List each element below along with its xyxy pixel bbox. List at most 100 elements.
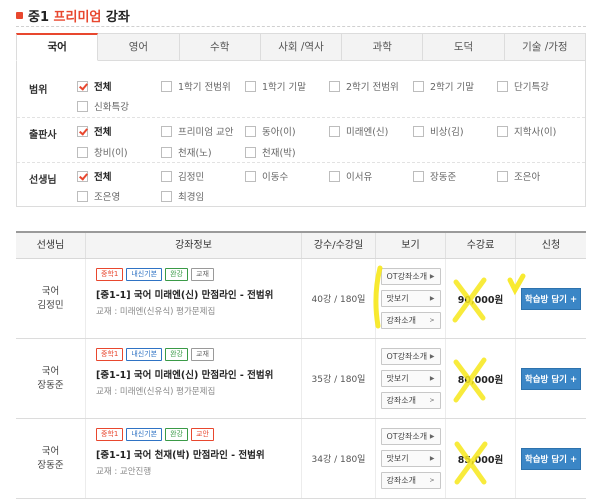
checkbox[interactable]	[245, 146, 256, 158]
checkbox[interactable]	[77, 190, 88, 202]
teacher-option-cho-ea[interactable]: 조은아	[497, 169, 540, 183]
checkbox[interactable]	[161, 146, 172, 158]
price-cell: 85,000원	[446, 419, 516, 498]
checkbox[interactable]	[77, 170, 88, 182]
add-to-study-room-button[interactable]: 학습방 담기 +	[521, 447, 581, 470]
teacher-option-jang[interactable]: 장동준	[413, 169, 456, 183]
checkbox[interactable]	[497, 125, 508, 137]
course-book: 교재 : 미래엔(신유식) 평가문제집	[96, 307, 216, 317]
badge-complete: 완강	[165, 428, 188, 441]
checkbox[interactable]	[161, 190, 172, 202]
table-row: 국어 장동준 중학1 내신기본 완강 교안 [중1-1] 국어 천재(박) 만점…	[16, 419, 586, 499]
teacher-option-kim[interactable]: 김정민	[161, 169, 204, 183]
publisher-option-chunjae-park[interactable]: 천재(박)	[245, 145, 296, 159]
preview-button[interactable]: 맛보기 ▶	[380, 290, 441, 307]
publisher-option-premium[interactable]: 프리미엄 교안	[161, 124, 233, 138]
badge-grade: 중학1	[96, 268, 124, 281]
publisher-option-chunjae-no[interactable]: 천재(노)	[161, 145, 212, 159]
scope-option-sem1-full[interactable]: 1학기 전범위	[161, 79, 231, 93]
teacher-option-choi[interactable]: 최경임	[161, 189, 204, 203]
publisher-option-all[interactable]: 전체	[77, 124, 111, 138]
col-teacher: 선생님	[16, 233, 86, 258]
teacher-cell: 국어 장동준	[16, 339, 86, 418]
course-info-cell: 중학1 내신기본 완강 교안 [중1-1] 국어 천재(박) 만점라인 - 전범…	[86, 419, 302, 498]
checkbox[interactable]	[161, 80, 172, 92]
tab-tech-home[interactable]: 기술 /가정	[504, 33, 586, 61]
apply-cell: 학습방 담기 +	[516, 339, 586, 418]
tab-science[interactable]: 과학	[342, 33, 424, 61]
course-title[interactable]: [중1-1] 국어 미래엔(신) 만점라인 - 전범위	[96, 367, 301, 381]
course-intro-button[interactable]: 강좌소개 >	[380, 392, 441, 409]
publisher-option-jihak[interactable]: 지학사(이)	[497, 124, 556, 138]
checkbox[interactable]	[413, 80, 424, 92]
publisher-option-miraen[interactable]: 미래엔(신)	[329, 124, 388, 138]
checkbox[interactable]	[329, 125, 340, 137]
checkbox[interactable]	[77, 100, 88, 112]
publisher-option-changbi[interactable]: 창비(이)	[77, 145, 128, 159]
scope-option-sem2-full[interactable]: 2학기 전범위	[329, 79, 399, 93]
scope-option-special[interactable]: 신화특강	[77, 99, 129, 113]
teacher-option-cho-ey[interactable]: 조은영	[77, 189, 120, 203]
ot-intro-button[interactable]: OT강좌소개 ▶	[380, 268, 441, 285]
publisher-option-visang[interactable]: 비상(김)	[413, 124, 464, 138]
preview-button[interactable]: 맛보기 ▶	[380, 450, 441, 467]
col-lectures: 강수/수강일	[302, 233, 376, 258]
checkbox[interactable]	[497, 170, 508, 182]
tab-ethics[interactable]: 도덕	[423, 33, 505, 61]
badge-complete: 완강	[165, 268, 188, 281]
tab-korean[interactable]: 국어	[16, 33, 99, 61]
checkbox[interactable]	[329, 80, 340, 92]
scope-option-sem2-final[interactable]: 2학기 기말	[413, 79, 474, 93]
tab-math[interactable]: 수학	[179, 33, 261, 61]
checkbox[interactable]	[413, 170, 424, 182]
course-book: 교재 : 미래엔(신유식) 평가문제집	[96, 387, 216, 397]
course-intro-button[interactable]: 강좌소개 >	[380, 312, 441, 329]
checkbox[interactable]	[329, 170, 340, 182]
scope-option-sem1-final[interactable]: 1학기 기말	[245, 79, 306, 93]
table-header: 선생님 강좌정보 강수/수강일 보기 수강료 신청	[16, 231, 586, 259]
checkbox[interactable]	[77, 80, 88, 92]
filter-teacher-label: 선생님	[29, 175, 57, 186]
scope-option-all[interactable]: 전체	[77, 79, 111, 93]
checkbox[interactable]	[245, 125, 256, 137]
scope-option-short-course[interactable]: 단기특강	[497, 79, 549, 93]
header-divider	[16, 26, 586, 27]
checkbox[interactable]	[161, 125, 172, 137]
teacher-option-lee-ds[interactable]: 이동수	[245, 169, 288, 183]
filter-scope-label: 범위	[29, 85, 48, 96]
checkbox[interactable]	[245, 80, 256, 92]
tab-english[interactable]: 영어	[98, 33, 180, 61]
play-arrow-icon: ▶	[429, 433, 435, 440]
course-title[interactable]: [중1-1] 국어 천재(박) 만점라인 - 전범위	[96, 447, 301, 461]
checkbox[interactable]	[161, 170, 172, 182]
tab-social-history[interactable]: 사회 /역사	[260, 33, 343, 61]
checkbox[interactable]	[77, 125, 88, 137]
teacher-option-all[interactable]: 전체	[77, 169, 111, 183]
teacher-option-lee-sy[interactable]: 이서유	[329, 169, 372, 183]
ot-intro-button[interactable]: OT강좌소개 ▶	[380, 428, 441, 445]
chevron-right-icon: >	[429, 477, 435, 484]
checkbox[interactable]	[77, 146, 88, 158]
add-to-study-room-button[interactable]: 학습방 담기 +	[521, 287, 581, 310]
apply-cell: 학습방 담기 +	[516, 259, 586, 338]
course-title[interactable]: [중1-1] 국어 미래엔(신) 만점라인 - 전범위	[96, 287, 301, 301]
ot-intro-button[interactable]: OT강좌소개 ▶	[380, 348, 441, 365]
badge-grade: 중학1	[96, 348, 124, 361]
price-cell: 80,000원	[446, 339, 516, 418]
page-title: 중1 프리미엄 강좌	[28, 9, 130, 25]
checkbox[interactable]	[497, 80, 508, 92]
add-to-study-room-button[interactable]: 학습방 담기 +	[521, 367, 581, 390]
publisher-option-donga[interactable]: 동아(이)	[245, 124, 296, 138]
course-intro-button[interactable]: 강좌소개 >	[380, 472, 441, 489]
play-arrow-icon: ▶	[429, 455, 435, 462]
col-apply: 신청	[541, 240, 561, 251]
title-highlight: 프리미엄	[53, 9, 102, 25]
badge-level: 내신기본	[126, 428, 163, 441]
preview-button[interactable]: 맛보기 ▶	[380, 370, 441, 387]
checkbox[interactable]	[413, 125, 424, 137]
checkbox[interactable]	[245, 170, 256, 182]
badge-material: 교재	[191, 268, 214, 281]
view-cell: OT강좌소개 ▶ 맛보기 ▶ 강좌소개 >	[376, 419, 446, 498]
play-arrow-icon: ▶	[429, 375, 435, 382]
badge-material: 교안	[191, 428, 214, 441]
